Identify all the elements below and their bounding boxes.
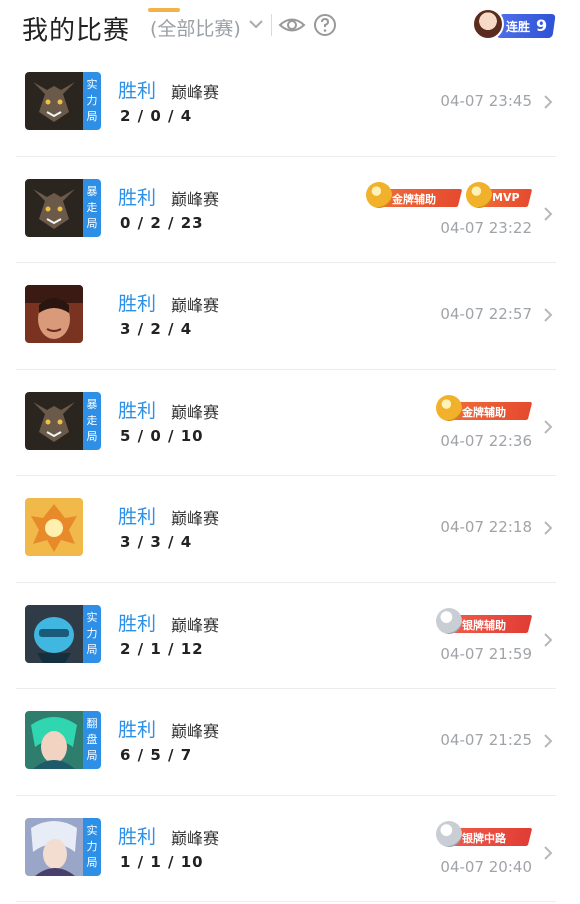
badge-label: 金牌辅助 <box>392 192 436 206</box>
medal-badge: 金牌辅助 <box>366 181 463 208</box>
hero-avatar: 暴走局 <box>25 178 101 237</box>
match-list: 实力局胜利 巅峰赛 2 / 0 / 4 04-07 23:45 暴走局胜利 巅峰赛 0 / … <box>0 50 580 902</box>
match-mode-tag: 暴走局 <box>83 391 101 450</box>
match-type: 巅峰赛 <box>171 189 220 209</box>
match-time: 04-07 22:18 <box>440 518 532 536</box>
chevron-right-icon[interactable] <box>542 844 554 862</box>
chevron-right-icon[interactable] <box>542 306 554 324</box>
hero-avatar: 翻盘局 <box>25 711 101 769</box>
hero-avatar <box>25 285 83 343</box>
kda-score: 5 / 0 / 10 <box>120 426 204 445</box>
match-result: 胜利 <box>118 506 157 528</box>
chevron-right-icon[interactable] <box>542 631 554 649</box>
medal-badge: 金牌辅助 <box>436 394 533 421</box>
match-result: 胜利 <box>118 825 157 848</box>
badge-label: 银牌辅助 <box>462 618 506 632</box>
match-mode-tag: 翻盘局 <box>83 711 101 769</box>
badge-label: 金牌辅助 <box>462 405 506 419</box>
match-time: 04-07 23:22 <box>440 218 532 237</box>
match-row[interactable]: 实力局胜利 巅峰赛 1 / 1 / 10 银牌中路 04-07 20:40 <box>16 796 556 902</box>
badge-label: MVP <box>492 190 520 204</box>
match-row[interactable]: 暴走局胜利 巅峰赛 0 / 2 / 23 MVP 金牌辅助 04-07 23:22 <box>16 157 556 263</box>
match-type: 巅峰赛 <box>171 509 220 528</box>
medal-badge: 银牌中路 <box>436 820 533 847</box>
streak-avatar <box>472 8 504 40</box>
hero-portrait <box>25 72 83 130</box>
match-mode-tag: 实力局 <box>83 72 101 130</box>
match-time: 04-07 22:36 <box>440 431 532 450</box>
mvp-medal-icon <box>466 181 492 208</box>
kda-score: 1 / 1 / 10 <box>120 852 204 871</box>
hero-avatar: 实力局 <box>25 604 101 663</box>
hero-avatar: 实力局 <box>25 72 101 130</box>
hero-avatar <box>25 498 83 556</box>
match-mode-tag: 实力局 <box>83 817 101 876</box>
match-time: 04-07 23:45 <box>440 92 532 110</box>
match-type: 巅峰赛 <box>171 402 220 422</box>
match-row[interactable]: 胜利 巅峰赛 3 / 3 / 4 04-07 22:18 <box>16 476 556 583</box>
streak-count: 9 <box>536 16 548 35</box>
chevron-right-icon[interactable] <box>542 205 554 223</box>
match-row[interactable]: 实力局胜利 巅峰赛 2 / 1 / 12 银牌辅助 04-07 21:59 <box>16 583 556 689</box>
kda-score: 2 / 1 / 12 <box>120 639 204 658</box>
page-header: 我的比赛 (全部比赛) 连胜 9 <box>0 0 580 52</box>
match-type: 巅峰赛 <box>171 296 220 315</box>
match-filter-dropdown[interactable]: (全部比赛) <box>150 14 241 41</box>
kda-score: 3 / 3 / 4 <box>120 533 193 551</box>
match-mode-tag: 实力局 <box>83 604 101 663</box>
mvp-badge: MVP <box>466 181 533 208</box>
match-row[interactable]: 翻盘局胜利 巅峰赛 6 / 5 / 7 04-07 21:25 <box>16 689 556 796</box>
hero-portrait <box>25 711 83 769</box>
hero-portrait <box>25 498 83 556</box>
kda-score: 0 / 2 / 23 <box>120 213 204 232</box>
match-result: 胜利 <box>118 80 157 102</box>
hero-avatar: 暴走局 <box>25 391 101 450</box>
medal-badge: 银牌辅助 <box>436 607 533 634</box>
match-mode-tag: 暴走局 <box>83 178 101 237</box>
filter-indicator <box>148 8 180 12</box>
match-time: 04-07 21:25 <box>440 731 532 749</box>
hero-portrait <box>25 391 83 450</box>
chevron-right-icon[interactable] <box>542 732 554 750</box>
chevron-right-icon[interactable] <box>542 418 554 436</box>
match-type: 巅峰赛 <box>171 828 220 848</box>
hero-avatar: 实力局 <box>25 817 101 876</box>
hero-portrait <box>25 178 83 237</box>
match-row[interactable]: 胜利 巅峰赛 3 / 2 / 4 04-07 22:57 <box>16 263 556 370</box>
medal-icon <box>436 394 462 421</box>
badge-label: 银牌中路 <box>462 831 506 845</box>
match-time: 04-07 20:40 <box>440 857 532 876</box>
medal-icon <box>436 820 462 847</box>
eye-icon[interactable] <box>278 14 306 36</box>
kda-score: 3 / 2 / 4 <box>120 320 193 338</box>
match-result: 胜利 <box>118 186 157 209</box>
win-streak-badge[interactable]: 连胜 9 <box>472 8 556 40</box>
match-result: 胜利 <box>118 293 157 315</box>
kda-score: 6 / 5 / 7 <box>120 746 193 764</box>
page-title: 我的比赛 <box>22 16 131 46</box>
help-icon[interactable] <box>313 13 337 37</box>
streak-label: 连胜 <box>506 20 531 34</box>
hero-portrait <box>25 817 83 876</box>
medal-icon <box>436 607 462 634</box>
chevron-down-icon[interactable] <box>247 14 265 34</box>
match-row[interactable]: 暴走局胜利 巅峰赛 5 / 0 / 10 金牌辅助 04-07 22:36 <box>16 370 556 476</box>
match-result: 胜利 <box>118 612 157 635</box>
medal-icon <box>366 181 392 208</box>
match-time: 04-07 21:59 <box>440 644 532 663</box>
match-type: 巅峰赛 <box>171 615 220 635</box>
kda-score: 2 / 0 / 4 <box>120 107 193 125</box>
hero-portrait <box>25 604 83 663</box>
match-time: 04-07 22:57 <box>440 305 532 323</box>
hero-portrait <box>25 285 83 343</box>
match-type: 巅峰赛 <box>171 83 220 102</box>
header-divider <box>271 14 272 36</box>
match-type: 巅峰赛 <box>171 722 220 741</box>
match-result: 胜利 <box>118 399 157 422</box>
chevron-right-icon[interactable] <box>542 93 554 111</box>
match-result: 胜利 <box>118 719 157 741</box>
chevron-right-icon[interactable] <box>542 519 554 537</box>
match-row[interactable]: 实力局胜利 巅峰赛 2 / 0 / 4 04-07 23:45 <box>16 50 556 157</box>
